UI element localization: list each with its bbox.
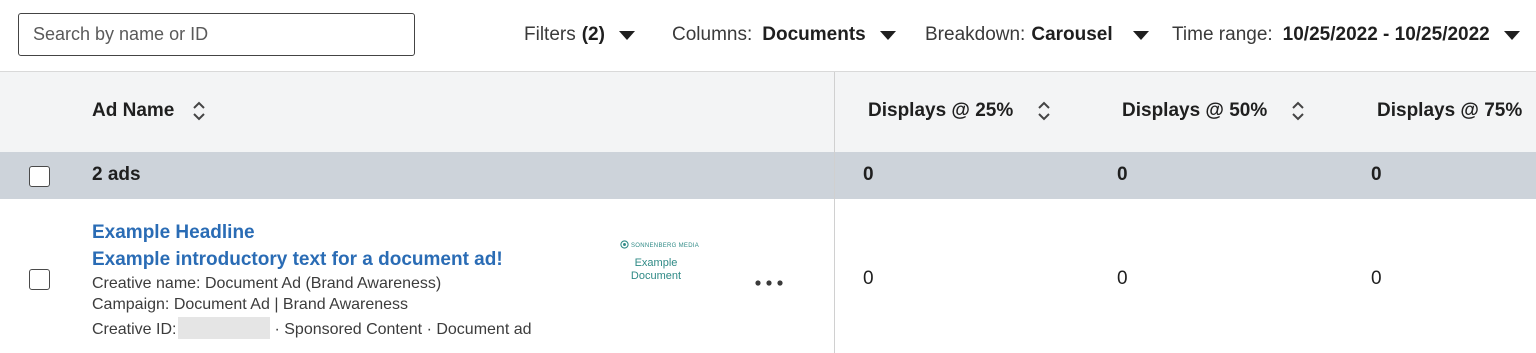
creative-id-line: Creative ID: · Sponsored Content · Docume… (92, 317, 532, 339)
row-value-50: 0 (1117, 268, 1128, 289)
table-header (0, 72, 1536, 152)
row-value-25: 0 (863, 268, 874, 289)
sort-icon[interactable] (192, 100, 206, 122)
filters-dropdown[interactable]: Filters (2) (524, 22, 635, 48)
time-range-label: Time range: (1172, 24, 1273, 45)
search-input[interactable] (18, 13, 415, 56)
caret-down-icon (879, 30, 896, 40)
sort-icon[interactable] (1291, 100, 1305, 122)
summary-value-50: 0 (1117, 164, 1128, 185)
filters-count: (2) (581, 24, 605, 45)
thumbnail-logo: SONNENBERG MEDIA (620, 240, 699, 249)
logo-icon (620, 240, 629, 249)
creative-id-label: Creative ID: (92, 321, 177, 338)
caret-down-icon (1132, 30, 1149, 40)
column-header-ad-name[interactable]: Ad Name (92, 100, 206, 122)
breakdown-label: Breakdown: (925, 24, 1026, 45)
ad-intro-link[interactable]: Example introductory text for a document… (92, 249, 503, 271)
caret-down-icon (1503, 30, 1520, 40)
column-header-label: Displays @ 25% (868, 100, 1014, 121)
more-options-dots (755, 280, 783, 286)
summary-row (0, 152, 1536, 199)
thumbnail-logo-text: SONNENBERG MEDIA (630, 243, 700, 249)
column-header-displays-50[interactable]: Displays @ 50% (1122, 100, 1305, 122)
summary-value-25: 0 (863, 164, 874, 185)
column-header-label: Displays @ 50% (1122, 100, 1268, 121)
time-range-dropdown[interactable]: Time range: 10/25/2022 - 10/25/2022 (1172, 22, 1520, 48)
select-all-checkbox[interactable] (29, 166, 50, 187)
columns-dropdown[interactable]: Columns: Documents (672, 22, 896, 48)
breakdown-dropdown[interactable]: Breakdown: Carousel (925, 22, 1149, 48)
thumbnail-text: Example Document (630, 257, 682, 282)
column-header-label: Displays @ 75% (1377, 100, 1523, 121)
caret-down-icon (618, 30, 635, 40)
creative-name-text: Creative name: Document Ad (Brand Awaren… (92, 275, 442, 292)
column-header-displays-75[interactable]: Displays @ 75% (1377, 100, 1522, 122)
row-checkbox[interactable] (29, 269, 50, 290)
creative-id-suffix: · Sponsored Content · Document ad (274, 321, 532, 338)
ad-headline-link[interactable]: Example Headline (92, 222, 255, 244)
filters-label: Filters (524, 24, 576, 45)
columns-value: Documents (762, 24, 866, 45)
summary-value-75: 0 (1371, 164, 1382, 185)
column-header-label: Ad Name (92, 100, 175, 121)
time-range-value: 10/25/2022 - 10/25/2022 (1282, 24, 1490, 45)
campaign-text: Campaign: Document Ad | Brand Awareness (92, 296, 409, 313)
redacted-id (178, 317, 271, 339)
row-value-75: 0 (1371, 268, 1382, 289)
ad-thumbnail[interactable]: SONNENBERG MEDIA Example Document (620, 240, 699, 295)
column-divider (834, 72, 835, 353)
toolbar: Filters (2) Columns: Documents Breakdown… (0, 0, 1536, 72)
column-header-displays-25[interactable]: Displays @ 25% (868, 100, 1051, 122)
breakdown-value: Carousel (1031, 24, 1113, 45)
more-options-icon[interactable] (754, 268, 786, 288)
columns-label: Columns: (672, 24, 753, 45)
sort-icon[interactable] (1037, 100, 1051, 122)
summary-label: 2 ads (92, 164, 141, 185)
